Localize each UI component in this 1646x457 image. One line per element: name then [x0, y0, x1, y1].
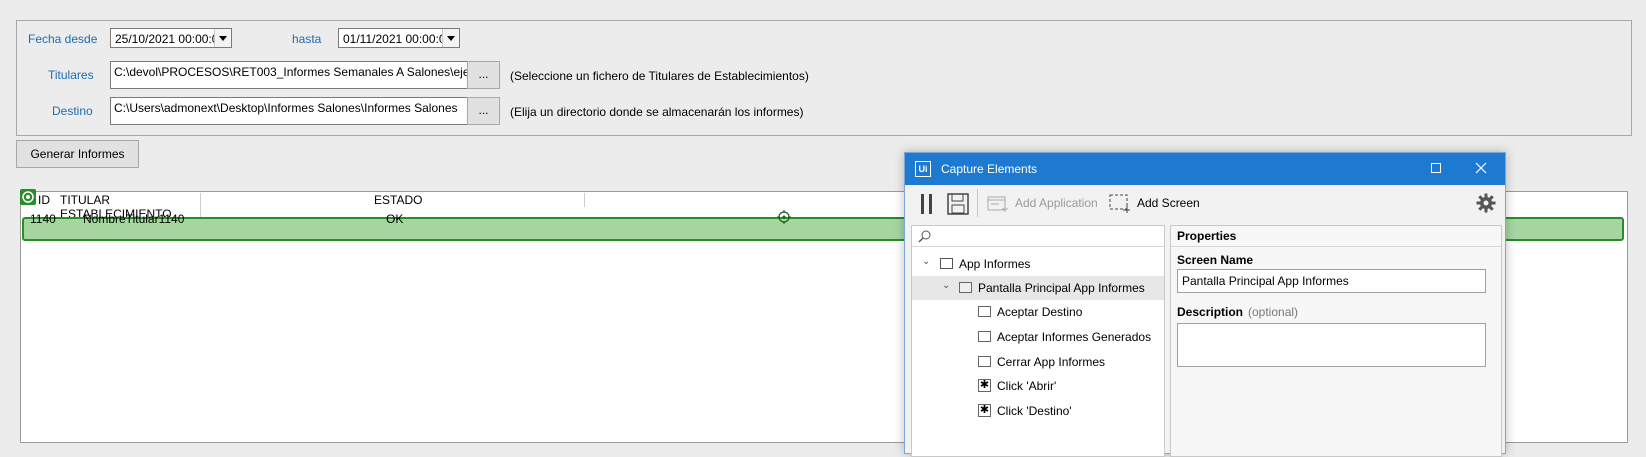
- capture-elements-window: Ui Capture Elements Add Application Add …: [904, 152, 1506, 457]
- row-titular: NombreTitular1140: [83, 212, 185, 226]
- window-title: Capture Elements: [941, 162, 1038, 176]
- properties-panel: Properties Screen Name Pantalla Principa…: [1170, 225, 1502, 457]
- tree-item-label: Click 'Abrir': [997, 379, 1057, 393]
- tree-item[interactable]: ✱ Click 'Destino': [912, 399, 1164, 423]
- titulares-label: Titulares: [48, 68, 94, 82]
- add-application-icon: [987, 195, 1009, 213]
- tree-item-label: Pantalla Principal App Informes: [978, 281, 1145, 295]
- tree-item-label: Cerrar App Informes: [997, 355, 1106, 369]
- close-icon[interactable]: [1473, 160, 1489, 176]
- target-element-icon: [978, 356, 991, 367]
- description-label: Description: [1177, 305, 1244, 319]
- chevron-down-icon[interactable]: [214, 29, 231, 47]
- tree-item-label: Aceptar Destino: [997, 305, 1083, 319]
- tree-item-screen[interactable]: ⌄ Pantalla Principal App Informes: [912, 276, 1164, 300]
- destino-browse-button[interactable]: ...: [467, 97, 500, 125]
- hasta-picker[interactable]: 01/11/2021 00:00:00: [338, 28, 460, 48]
- search-icon: [918, 229, 932, 243]
- tree-item[interactable]: ✱ Click 'Abrir': [912, 374, 1164, 398]
- element-tree: ⌄ App Informes ⌄ Pantalla Principal App …: [911, 225, 1165, 457]
- tree-item-label: Click 'Destino': [997, 404, 1072, 418]
- target-icon: [20, 189, 36, 205]
- crosshair-icon: [777, 210, 791, 224]
- save-icon[interactable]: [947, 193, 969, 215]
- screen-name-label: Screen Name: [1177, 253, 1254, 267]
- destino-hint: (Elija un directorio donde se almacenará…: [510, 105, 804, 119]
- titulares-path-input[interactable]: C:\devol\PROCESOS\RET003_Informes Semana…: [110, 61, 468, 89]
- destino-path-input[interactable]: C:\Users\admonext\Desktop\Informes Salon…: [110, 97, 468, 125]
- screen-icon: [959, 282, 972, 293]
- asterisk-icon: ✱: [978, 379, 991, 392]
- add-screen-button[interactable]: Add Screen: [1137, 196, 1200, 210]
- titulares-path-value: C:\devol\PROCESOS\RET003_Informes Semana…: [114, 65, 468, 79]
- screen-name-input[interactable]: Pantalla Principal App Informes: [1177, 269, 1486, 293]
- capture-elements-titlebar[interactable]: Ui Capture Elements: [905, 153, 1505, 185]
- tree-item[interactable]: Cerrar App Informes: [912, 350, 1164, 374]
- add-application-button[interactable]: Add Application: [1015, 196, 1098, 210]
- target-element-icon: [978, 331, 991, 342]
- maximize-icon[interactable]: [1431, 163, 1441, 173]
- pause-icon[interactable]: [919, 193, 935, 215]
- tree-item-label: Aceptar Informes Generados: [997, 330, 1152, 344]
- add-screen-icon: [1109, 194, 1131, 214]
- screen-name-value: Pantalla Principal App Informes: [1182, 274, 1349, 288]
- chevron-down-icon[interactable]: ⌄: [922, 256, 930, 267]
- hasta-label: hasta: [292, 32, 322, 46]
- hasta-value: 01/11/2021 00:00:00: [343, 32, 453, 46]
- properties-header: Properties: [1171, 226, 1501, 247]
- chevron-down-icon[interactable]: [442, 29, 459, 47]
- column-header-id[interactable]: ID: [38, 193, 50, 207]
- tree-item[interactable]: Aceptar Destino: [912, 300, 1164, 324]
- titulares-browse-button[interactable]: ...: [467, 61, 500, 89]
- tree-item[interactable]: Aceptar Informes Generados: [912, 325, 1164, 349]
- column-header-estado[interactable]: ESTADO: [374, 193, 585, 207]
- fecha-desde-picker[interactable]: 25/10/2021 00:00:00: [110, 28, 232, 48]
- tree-search-input[interactable]: [912, 226, 1164, 247]
- tree-item-label: App Informes: [959, 257, 1031, 271]
- properties-title: Properties: [1177, 229, 1237, 243]
- row-estado: OK: [386, 212, 404, 226]
- gear-icon[interactable]: [1476, 193, 1496, 213]
- description-optional-label: (optional): [1248, 305, 1299, 319]
- target-element-icon: [978, 306, 991, 317]
- fecha-desde-label: Fecha desde: [28, 32, 98, 46]
- toolbar-divider: [977, 189, 978, 217]
- destino-path-value: C:\Users\admonext\Desktop\Informes Salon…: [114, 101, 458, 115]
- generar-informes-button[interactable]: Generar Informes: [16, 140, 139, 168]
- uipath-logo-icon: Ui: [915, 161, 931, 177]
- tree-item-root[interactable]: ⌄ App Informes: [912, 252, 1164, 276]
- description-input[interactable]: [1177, 323, 1486, 367]
- fecha-desde-value: 25/10/2021 00:00:00: [115, 32, 226, 46]
- destino-label: Destino: [52, 104, 93, 118]
- row-id: 1140: [30, 212, 56, 226]
- asterisk-icon: ✱: [978, 404, 991, 417]
- chevron-down-icon[interactable]: ⌄: [942, 280, 950, 291]
- titulares-hint: (Seleccione un fichero de Titulares de E…: [510, 69, 809, 83]
- application-icon: [940, 258, 953, 269]
